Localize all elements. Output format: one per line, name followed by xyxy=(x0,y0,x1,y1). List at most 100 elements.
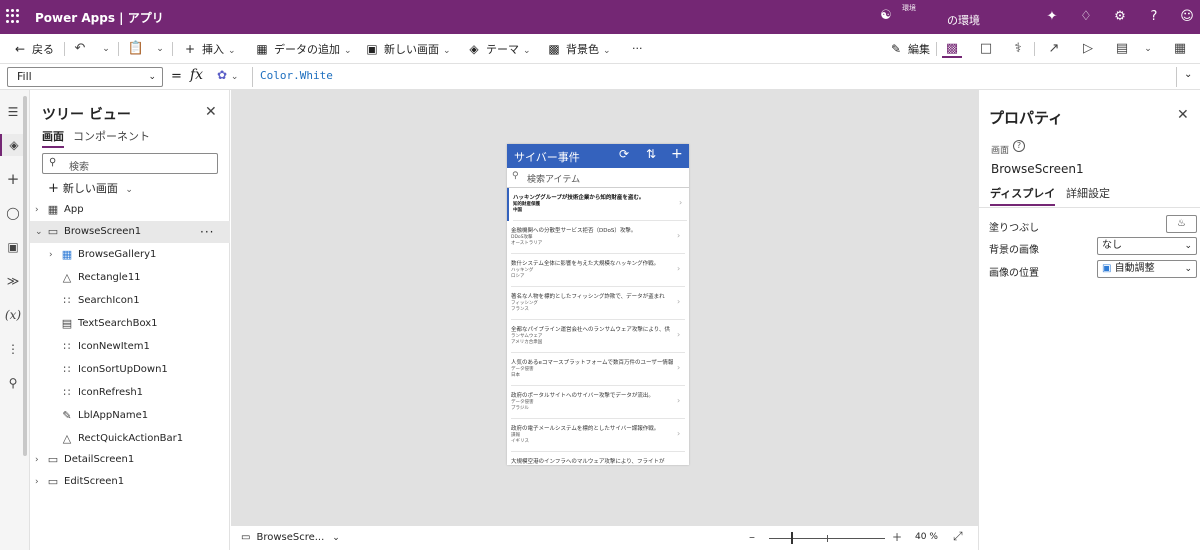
app-launcher-icon[interactable] xyxy=(6,9,20,23)
settings-gear-icon[interactable]: ⚙ xyxy=(1111,8,1129,26)
tree-item-searchicon1[interactable]: ∷ SearchIcon1 xyxy=(30,290,230,312)
close-icon[interactable]: ✕ xyxy=(205,104,217,120)
tree-item-app[interactable]: › ▦ App xyxy=(30,199,230,221)
environment-name[interactable]: の環境 xyxy=(947,12,980,28)
stethoscope-icon[interactable]: ⚕ xyxy=(1008,40,1028,58)
image-position-dropdown[interactable]: ▣ 自動調整 ⌄ xyxy=(1097,260,1197,278)
publish-icon[interactable]: ▦ xyxy=(1170,40,1190,58)
gallery-item[interactable]: 全都なパイプライン運営会社へのランサムウェア攻撃により、供 ランサムウェア アメリカ… xyxy=(507,320,689,353)
chevron-right-icon[interactable]: › xyxy=(35,471,39,493)
gallery-item[interactable]: 数什システム全体に影響を与えた大規模なハッキング作戦。 ハッキング ロシア › xyxy=(507,254,689,287)
chevron-right-icon[interactable]: › xyxy=(677,330,680,339)
screen-selector[interactable]: ▭ BrowseScre... ⌄ xyxy=(241,532,340,543)
fx-icon[interactable]: fx xyxy=(190,67,203,83)
chevron-right-icon[interactable]: › xyxy=(677,429,680,438)
zoom-in-icon[interactable]: + xyxy=(892,530,902,544)
app-checker-icon[interactable]: ▩ xyxy=(942,40,962,58)
paste-chevron-down-icon[interactable]: ⌄ xyxy=(150,40,170,58)
undo-icon[interactable]: ↶ xyxy=(70,40,90,58)
app-screen-preview[interactable]: サイバー事件 ⟳ ⇅ + ⚲ 検索アイテム ハッキンググループが技術企業から知的… xyxy=(507,144,689,465)
refresh-icon[interactable]: ⟳ xyxy=(619,147,629,161)
add-item-icon[interactable]: + xyxy=(671,146,683,162)
edit-button[interactable]: ✎ 編集 xyxy=(888,34,930,64)
tree-item-label: IconNewItem1 xyxy=(78,341,150,352)
paste-icon[interactable]: 📋 xyxy=(126,40,146,58)
gallery-item[interactable]: 政府の電子メールシステムを標的としたサイバー諜報作戦。 諜報 イギリス › xyxy=(507,419,689,452)
chevron-right-icon[interactable]: › xyxy=(677,462,680,465)
insert-button[interactable]: + 挿入 ⌄ xyxy=(182,34,236,64)
notifications-icon[interactable]: ♢ xyxy=(1077,8,1095,26)
account-icon[interactable]: ☺ xyxy=(1178,8,1196,26)
product-name: Power Apps xyxy=(35,11,115,25)
tree-item-detailscreen1[interactable]: › ▭ DetailScreen1 xyxy=(30,449,230,471)
tree-item-iconnewitem1[interactable]: ∷ IconNewItem1 xyxy=(30,336,230,358)
share-icon[interactable]: ↗ xyxy=(1044,40,1064,58)
chevron-right-icon[interactable]: › xyxy=(677,264,680,273)
copilot-formula-icon[interactable]: ✿ ⌄ xyxy=(217,68,238,82)
zoom-out-icon[interactable]: – xyxy=(749,530,755,544)
fit-to-window-icon[interactable]: ⤢ xyxy=(953,529,963,544)
tab-advanced[interactable]: 詳細設定 xyxy=(1066,185,1110,201)
screen-icon: ▭ xyxy=(47,475,59,488)
tree-item-iconrefresh1[interactable]: ∷ IconRefresh1 xyxy=(30,382,230,404)
fill-color-picker[interactable]: ♨ xyxy=(1166,215,1197,233)
tree-search-input[interactable]: ⚲ 検索 xyxy=(42,153,218,174)
environment-icon[interactable]: ☯ xyxy=(878,8,894,24)
expand-formula-chevron-icon[interactable]: ⌄ xyxy=(1184,69,1192,80)
gallery-item[interactable]: 人気のあるeコマースプラットフォームで数百万件のユーザー情報 データ侵害 日本 › xyxy=(507,353,689,386)
divider xyxy=(979,207,1200,208)
property-dropdown[interactable]: Fill ⌄ xyxy=(7,67,163,87)
tree-item-rectquickactionbar1[interactable]: △ RectQuickActionBar1 xyxy=(30,428,230,450)
help-circle-icon[interactable]: ? xyxy=(1013,140,1025,152)
close-icon[interactable]: ✕ xyxy=(1177,107,1189,123)
background-color-button[interactable]: ▩ 背景色 ⌄ xyxy=(546,34,610,64)
tree-item-editscreen1[interactable]: › ▭ EditScreen1 xyxy=(30,471,230,493)
add-data-button[interactable]: ▦ データの追加 ⌄ xyxy=(254,34,351,64)
tab-components[interactable]: コンポーネント xyxy=(73,128,150,144)
tree-item-iconsortupdown1[interactable]: ∷ IconSortUpDown1 xyxy=(30,359,230,381)
more-commands-button[interactable]: ··· xyxy=(632,34,643,64)
help-icon[interactable]: ? xyxy=(1145,8,1163,26)
chevron-right-icon[interactable]: › xyxy=(677,231,680,240)
gallery-item[interactable]: 政府のポータルサイトへのサイバー攻撃でデータが流出。 データ侵害 ブラジル › xyxy=(507,386,689,419)
gallery-item-title: 政府の電子メールシステムを標的としたサイバー諜報作戦。 xyxy=(511,426,660,432)
tree-item-rectangle11[interactable]: △ Rectangle11 xyxy=(30,267,230,289)
chevron-right-icon[interactable]: › xyxy=(35,449,39,471)
new-screen-button[interactable]: ▣ 新しい画面 ⌄ xyxy=(364,34,450,64)
chevron-right-icon[interactable]: › xyxy=(677,396,680,405)
tree-scrollbar[interactable] xyxy=(23,96,27,456)
chevron-right-icon[interactable]: › xyxy=(677,363,680,372)
app-name-label[interactable]: サイバー事件 xyxy=(514,149,580,165)
background-image-dropdown[interactable]: なし ⌄ xyxy=(1097,237,1197,255)
back-button[interactable]: ← 戻る xyxy=(12,34,54,64)
undo-chevron-down-icon[interactable]: ⌄ xyxy=(96,40,116,58)
tab-screens[interactable]: 画面 xyxy=(42,128,64,148)
tree-item-browsescreen1[interactable]: ⌄ ▭ BrowseScreen1 ··· xyxy=(30,221,230,243)
chevron-right-icon[interactable]: › xyxy=(35,199,39,221)
chevron-right-icon[interactable]: › xyxy=(49,244,53,266)
gallery-item[interactable]: 金融機関への分散型サービス拒否（DDoS）攻撃。 DDoS攻撃 オーストラリア › xyxy=(507,221,689,254)
play-icon[interactable]: ▷ xyxy=(1078,40,1098,58)
copilot-icon[interactable]: ✦ xyxy=(1043,8,1061,26)
chevron-right-icon[interactable]: › xyxy=(679,198,682,207)
status-bar: ▭ BrowseScre... ⌄ – + 40 % ⤢ xyxy=(231,525,978,550)
tree-item-textsearchbox1[interactable]: ▤ TextSearchBox1 xyxy=(30,313,230,335)
new-screen-button[interactable]: + 新しい画面 ⌄ xyxy=(48,180,133,196)
gallery-search-box[interactable]: ⚲ 検索アイテム xyxy=(507,168,689,188)
gallery-item[interactable]: 著名な人物を標的としたフィッシング詐欺で、データが盗まれ フィッシング フランス › xyxy=(507,287,689,320)
tree-item-browsegallery1[interactable]: › ▦ BrowseGallery1 xyxy=(30,244,230,266)
zoom-slider-thumb[interactable] xyxy=(791,532,793,544)
chevron-down-icon[interactable]: ⌄ xyxy=(35,221,43,243)
more-options-icon[interactable]: ··· xyxy=(200,221,214,243)
comments-icon[interactable]: □ xyxy=(976,40,996,58)
theme-button[interactable]: ◈ テーマ ⌄ xyxy=(466,34,530,64)
save-icon[interactable]: ▤ xyxy=(1112,40,1132,58)
tree-item-lblappname1[interactable]: ✎ LblAppName1 xyxy=(30,405,230,427)
gallery-item[interactable]: ハッキンググループが技術企業から知的財産を盗む。 知的財産保護 中国 › xyxy=(507,188,689,221)
tab-display[interactable]: ディスプレイ xyxy=(990,185,1056,206)
gallery-item[interactable]: 大規模空港のインフラへのマルウェア攻撃により、フライトが › xyxy=(507,452,689,465)
sort-up-down-icon[interactable]: ⇅ xyxy=(646,147,656,161)
formula-input[interactable]: Color.White xyxy=(260,69,333,82)
save-chevron-down-icon[interactable]: ⌄ xyxy=(1138,40,1158,58)
chevron-right-icon[interactable]: › xyxy=(677,297,680,306)
